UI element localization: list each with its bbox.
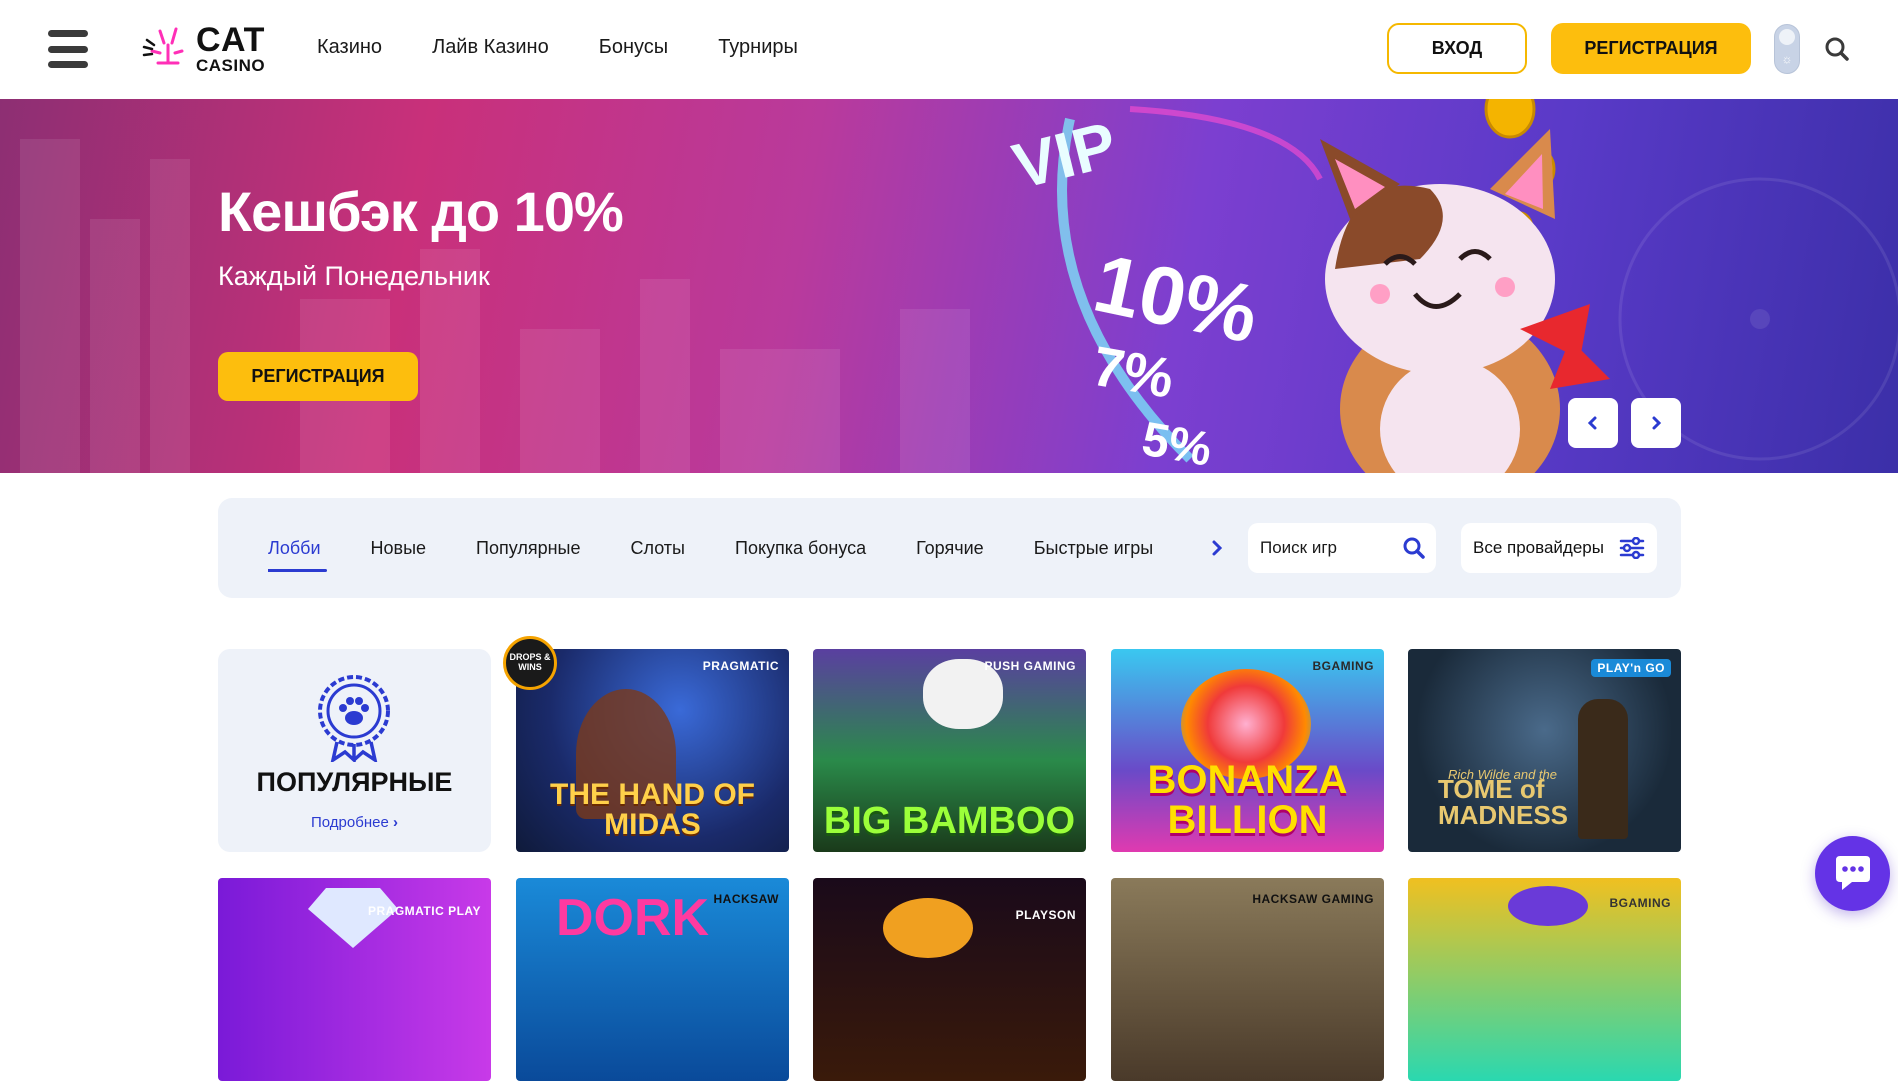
game-title: BONANZA BILLION bbox=[1147, 758, 1348, 842]
cashback-5-text: 5% bbox=[1138, 413, 1216, 473]
game-title: TOME of MADNESS bbox=[1438, 774, 1569, 830]
vip-text: VIP bbox=[1006, 108, 1124, 203]
promo-more-label: Подробнее bbox=[311, 814, 389, 831]
cashback-7-text: 7% bbox=[1088, 334, 1179, 410]
game-title: THE HAND OF MIDAS bbox=[550, 778, 755, 841]
banner-register-button[interactable]: РЕГИСТРАЦИЯ bbox=[218, 352, 418, 401]
game-provider: BGAMING bbox=[1609, 896, 1671, 910]
chat-bubble-icon bbox=[1835, 855, 1870, 890]
nav-bonuses[interactable]: Бонусы bbox=[599, 36, 668, 59]
main-nav: Казино Лайв Казино Бонусы Турниры bbox=[317, 36, 798, 59]
game-tile-big-bamboo[interactable]: PUSH GAMING BIG BAMBOO bbox=[813, 649, 1086, 852]
logo[interactable]: CAT CASINO bbox=[142, 22, 265, 74]
nav-tournaments[interactable]: Турниры bbox=[718, 36, 798, 59]
cat-logo-icon bbox=[142, 27, 184, 65]
game-art bbox=[883, 898, 973, 958]
game-tile-bonanza-billion[interactable]: BGAMING BONANZA BILLION bbox=[1111, 649, 1384, 852]
games-filter-bar: Лобби Новые Популярные Слоты Покупка бон… bbox=[218, 498, 1681, 598]
game-tile-pragmatic-diamond[interactable]: PRAGMATIC PLAY bbox=[218, 878, 491, 1081]
promo-more-link[interactable]: Подробнее › bbox=[218, 814, 491, 831]
providers-label: Все провайдеры bbox=[1473, 538, 1604, 557]
game-tile-dork[interactable]: DORK HACKSAW bbox=[516, 878, 789, 1081]
game-tile-bgaming[interactable]: BGAMING bbox=[1408, 878, 1681, 1081]
game-title: BIG BAMBOO bbox=[823, 800, 1076, 842]
game-search-input[interactable] bbox=[1260, 538, 1400, 558]
tab-bonus-buy[interactable]: Покупка бонуса bbox=[735, 498, 866, 598]
theme-toggle[interactable]: ☼ bbox=[1774, 24, 1800, 74]
filter-sliders-icon bbox=[1619, 537, 1645, 559]
banner-next-button[interactable] bbox=[1631, 398, 1681, 448]
game-provider: PRAGMATIC PLAY bbox=[367, 904, 481, 918]
game-tile-tome-of-madness[interactable]: PLAY'n GO Rich Wilde and the TOME of MAD… bbox=[1408, 649, 1681, 852]
chevron-right-icon: › bbox=[392, 814, 398, 831]
tab-hot[interactable]: Горячие bbox=[916, 498, 984, 598]
drops-wins-badge: DROPS & WINS bbox=[503, 636, 557, 690]
nav-casino[interactable]: Казино bbox=[317, 36, 382, 59]
logo-subtitle: CASINO bbox=[196, 55, 266, 75]
game-art bbox=[308, 888, 398, 948]
tabs-scroll-right-icon[interactable] bbox=[1205, 536, 1229, 560]
paw-badge-icon bbox=[318, 675, 390, 762]
popular-promo-card[interactable]: ПОПУЛЯРНЫЕ Подробнее › bbox=[218, 649, 491, 852]
banner-title: Кешбэк до 10% bbox=[218, 180, 624, 243]
chevron-left-icon bbox=[1587, 416, 1597, 430]
game-tile-playson[interactable]: PLAYSON bbox=[813, 878, 1086, 1081]
game-tile-hand-of-midas[interactable]: PRAGMATIC THE HAND OF MIDAS bbox=[516, 649, 789, 852]
banner-subtitle: Каждый Понедельник bbox=[218, 261, 490, 291]
promo-banner: Кешбэк до 10% Каждый Понедельник РЕГИСТР… bbox=[0, 99, 1898, 473]
search-icon[interactable] bbox=[1824, 36, 1850, 62]
tab-lobby[interactable]: Лобби bbox=[268, 498, 326, 598]
game-provider: PUSH GAMING bbox=[984, 659, 1076, 673]
tab-slots[interactable]: Слоты bbox=[630, 498, 685, 598]
game-provider: PRAGMATIC bbox=[702, 659, 779, 673]
promo-title: ПОПУЛЯРНЫЕ bbox=[256, 767, 453, 797]
game-provider: BGAMING bbox=[1312, 659, 1374, 673]
login-button[interactable]: ВХОД bbox=[1387, 23, 1527, 74]
game-search bbox=[1248, 523, 1436, 573]
chevron-right-icon bbox=[1652, 416, 1662, 430]
register-button[interactable]: РЕГИСТРАЦИЯ bbox=[1551, 23, 1751, 74]
banner-prev-button[interactable] bbox=[1568, 398, 1618, 448]
logo-title: CAT bbox=[196, 20, 265, 59]
toggle-knob bbox=[1779, 29, 1795, 45]
game-tile-hacksaw[interactable]: HACKSAW GAMING bbox=[1111, 878, 1384, 1081]
game-provider: HACKSAW GAMING bbox=[1252, 892, 1374, 906]
tab-new[interactable]: Новые bbox=[371, 498, 427, 598]
sun-icon: ☼ bbox=[1781, 52, 1793, 66]
site-header: CAT CASINO Казино Лайв Казино Бонусы Тур… bbox=[0, 0, 1898, 99]
game-art bbox=[1508, 886, 1588, 926]
tab-popular[interactable]: Популярные bbox=[476, 498, 580, 598]
support-chat-button[interactable] bbox=[1815, 836, 1890, 911]
game-provider: PLAYSON bbox=[1015, 908, 1076, 922]
tab-fast-games[interactable]: Быстрые игры bbox=[1034, 498, 1154, 598]
menu-icon[interactable] bbox=[48, 30, 88, 68]
search-icon[interactable] bbox=[1402, 536, 1426, 560]
game-provider: HACKSAW bbox=[713, 892, 779, 906]
providers-dropdown[interactable]: Все провайдеры bbox=[1461, 523, 1657, 573]
game-title: DORK bbox=[556, 889, 710, 947]
game-provider: PLAY'n GO bbox=[1591, 659, 1671, 677]
nav-live-casino[interactable]: Лайв Казино bbox=[432, 36, 549, 59]
category-tabs: Лобби Новые Популярные Слоты Покупка бон… bbox=[268, 498, 1208, 598]
